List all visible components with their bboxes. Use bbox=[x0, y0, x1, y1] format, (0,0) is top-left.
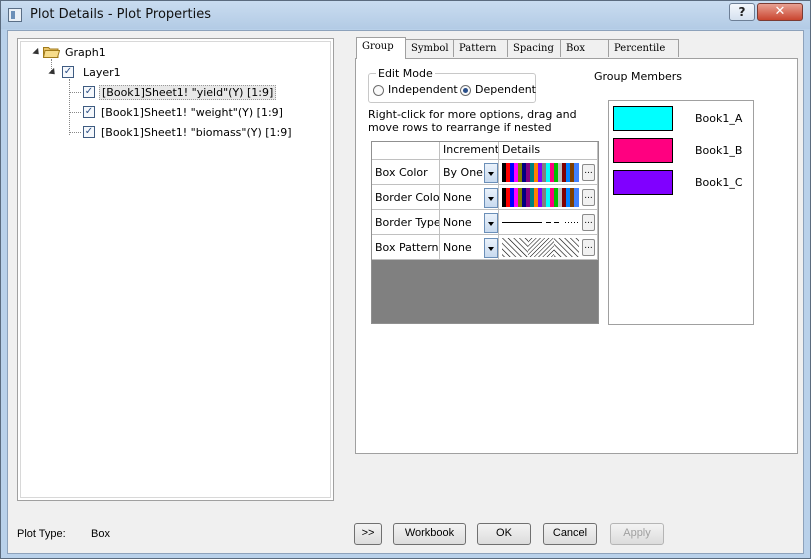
collapse-arrow-icon[interactable] bbox=[32, 47, 42, 58]
edit-mode-group: Edit Mode Independent Dependent bbox=[368, 67, 536, 103]
color-list-icon bbox=[502, 163, 579, 182]
more-options-button[interactable]: ... bbox=[582, 164, 595, 181]
grid-row-label[interactable]: Box Pattern bbox=[372, 235, 440, 260]
plot-type-value: Box bbox=[91, 528, 110, 540]
layer-checkbox[interactable]: ✓ bbox=[62, 66, 74, 78]
increment-value: By One bbox=[443, 166, 483, 179]
grid-header-details: Details bbox=[499, 142, 598, 160]
help-button[interactable]: ? bbox=[729, 3, 755, 21]
grid-header-increment: Increment bbox=[440, 142, 499, 160]
more-options-button[interactable]: ... bbox=[582, 189, 595, 206]
plot-checkbox[interactable]: ✓ bbox=[83, 106, 95, 118]
tree-inner: Graph1 ✓ Layer1 ✓ [Book1]Sheet1! "yield"… bbox=[20, 41, 331, 498]
member-label: Book1_C bbox=[695, 176, 743, 189]
tree-node-plot[interactable]: [Book1]Sheet1! "biomass"(Y) [1:9] bbox=[101, 126, 292, 139]
window-title: Plot Details - Plot Properties bbox=[30, 7, 211, 22]
member-color-swatch[interactable] bbox=[613, 106, 673, 131]
tree-line bbox=[69, 79, 70, 135]
dropdown-arrow-icon[interactable] bbox=[484, 213, 498, 233]
plot-checkbox[interactable]: ✓ bbox=[83, 126, 95, 138]
increment-grid[interactable]: Increment Details Box Color By One ... B… bbox=[371, 141, 599, 324]
tab-spacing[interactable]: Spacing bbox=[507, 39, 561, 57]
apply-button[interactable]: Apply bbox=[610, 523, 664, 545]
tree-node-layer[interactable]: Layer1 bbox=[83, 66, 121, 79]
grid-header-corner bbox=[372, 142, 440, 160]
hint-text: Right-click for more options, drag and m… bbox=[368, 108, 577, 134]
member-color-swatch[interactable] bbox=[613, 138, 673, 163]
title-bar[interactable]: Plot Details - Plot Properties ? ✕ bbox=[1, 1, 810, 29]
pattern-icon bbox=[502, 238, 579, 257]
tree-node-plot[interactable]: [Book1]Sheet1! "weight"(Y) [1:9] bbox=[101, 106, 283, 119]
grid-row-label[interactable]: Box Color bbox=[372, 160, 440, 185]
tree-line bbox=[69, 132, 81, 133]
dialog-body: Graph1 ✓ Layer1 ✓ [Book1]Sheet1! "yield"… bbox=[7, 30, 804, 554]
grid-row-label[interactable]: Border Color bbox=[372, 185, 440, 210]
group-tab-panel: Edit Mode Independent Dependent Group Me… bbox=[355, 58, 798, 454]
tab-group[interactable]: Group bbox=[356, 37, 406, 59]
tree-node-plot[interactable]: [Book1]Sheet1! "yield"(Y) [1:9] bbox=[99, 85, 277, 100]
tree-line bbox=[69, 92, 81, 93]
group-members-list[interactable]: Book1_A Book1_B Book1_C bbox=[608, 100, 754, 325]
collapse-arrow-icon[interactable] bbox=[48, 67, 58, 78]
dropdown-arrow-icon[interactable] bbox=[484, 188, 498, 208]
plot-type-label: Plot Type: bbox=[17, 528, 66, 540]
member-label: Book1_A bbox=[695, 112, 743, 125]
increment-value: None bbox=[443, 241, 472, 254]
workbook-button[interactable]: Workbook bbox=[393, 523, 466, 545]
plot-checkbox[interactable]: ✓ bbox=[83, 86, 95, 98]
plot-tree[interactable]: Graph1 ✓ Layer1 ✓ [Book1]Sheet1! "yield"… bbox=[17, 38, 334, 501]
ok-button[interactable]: OK bbox=[477, 523, 531, 545]
plot-details-window: Plot Details - Plot Properties ? ✕ Graph… bbox=[0, 0, 811, 559]
independent-radio[interactable] bbox=[373, 85, 384, 96]
tree-node-graph[interactable]: Graph1 bbox=[65, 46, 106, 59]
more-options-button[interactable]: ... bbox=[582, 214, 595, 231]
group-members-title: Group Members bbox=[594, 70, 682, 83]
folder-open-icon bbox=[43, 47, 60, 58]
member-label: Book1_B bbox=[695, 144, 743, 157]
increment-value: None bbox=[443, 191, 472, 204]
edit-mode-label: Edit Mode bbox=[376, 67, 435, 80]
tab-symbol[interactable]: Symbol bbox=[405, 39, 454, 57]
more-options-button[interactable]: ... bbox=[582, 239, 595, 256]
grid-row-label[interactable]: Border Type bbox=[372, 210, 440, 235]
dependent-radio[interactable] bbox=[460, 85, 471, 96]
tab-percentile[interactable]: Percentile bbox=[608, 39, 679, 57]
tree-line bbox=[69, 112, 81, 113]
tab-pattern[interactable]: Pattern bbox=[453, 39, 508, 57]
expand-button[interactable]: >> bbox=[354, 523, 382, 545]
increment-value: None bbox=[443, 216, 472, 229]
independent-label[interactable]: Independent bbox=[388, 83, 458, 96]
tab-box[interactable]: Box bbox=[560, 39, 609, 57]
dropdown-arrow-icon[interactable] bbox=[484, 238, 498, 258]
close-button[interactable]: ✕ bbox=[757, 3, 803, 21]
color-list-icon bbox=[502, 188, 579, 207]
dropdown-arrow-icon[interactable] bbox=[484, 163, 498, 183]
line-style-icon bbox=[502, 222, 579, 223]
member-color-swatch[interactable] bbox=[613, 170, 673, 195]
cancel-button[interactable]: Cancel bbox=[543, 523, 597, 545]
dependent-label[interactable]: Dependent bbox=[475, 83, 536, 96]
app-icon bbox=[8, 8, 22, 22]
